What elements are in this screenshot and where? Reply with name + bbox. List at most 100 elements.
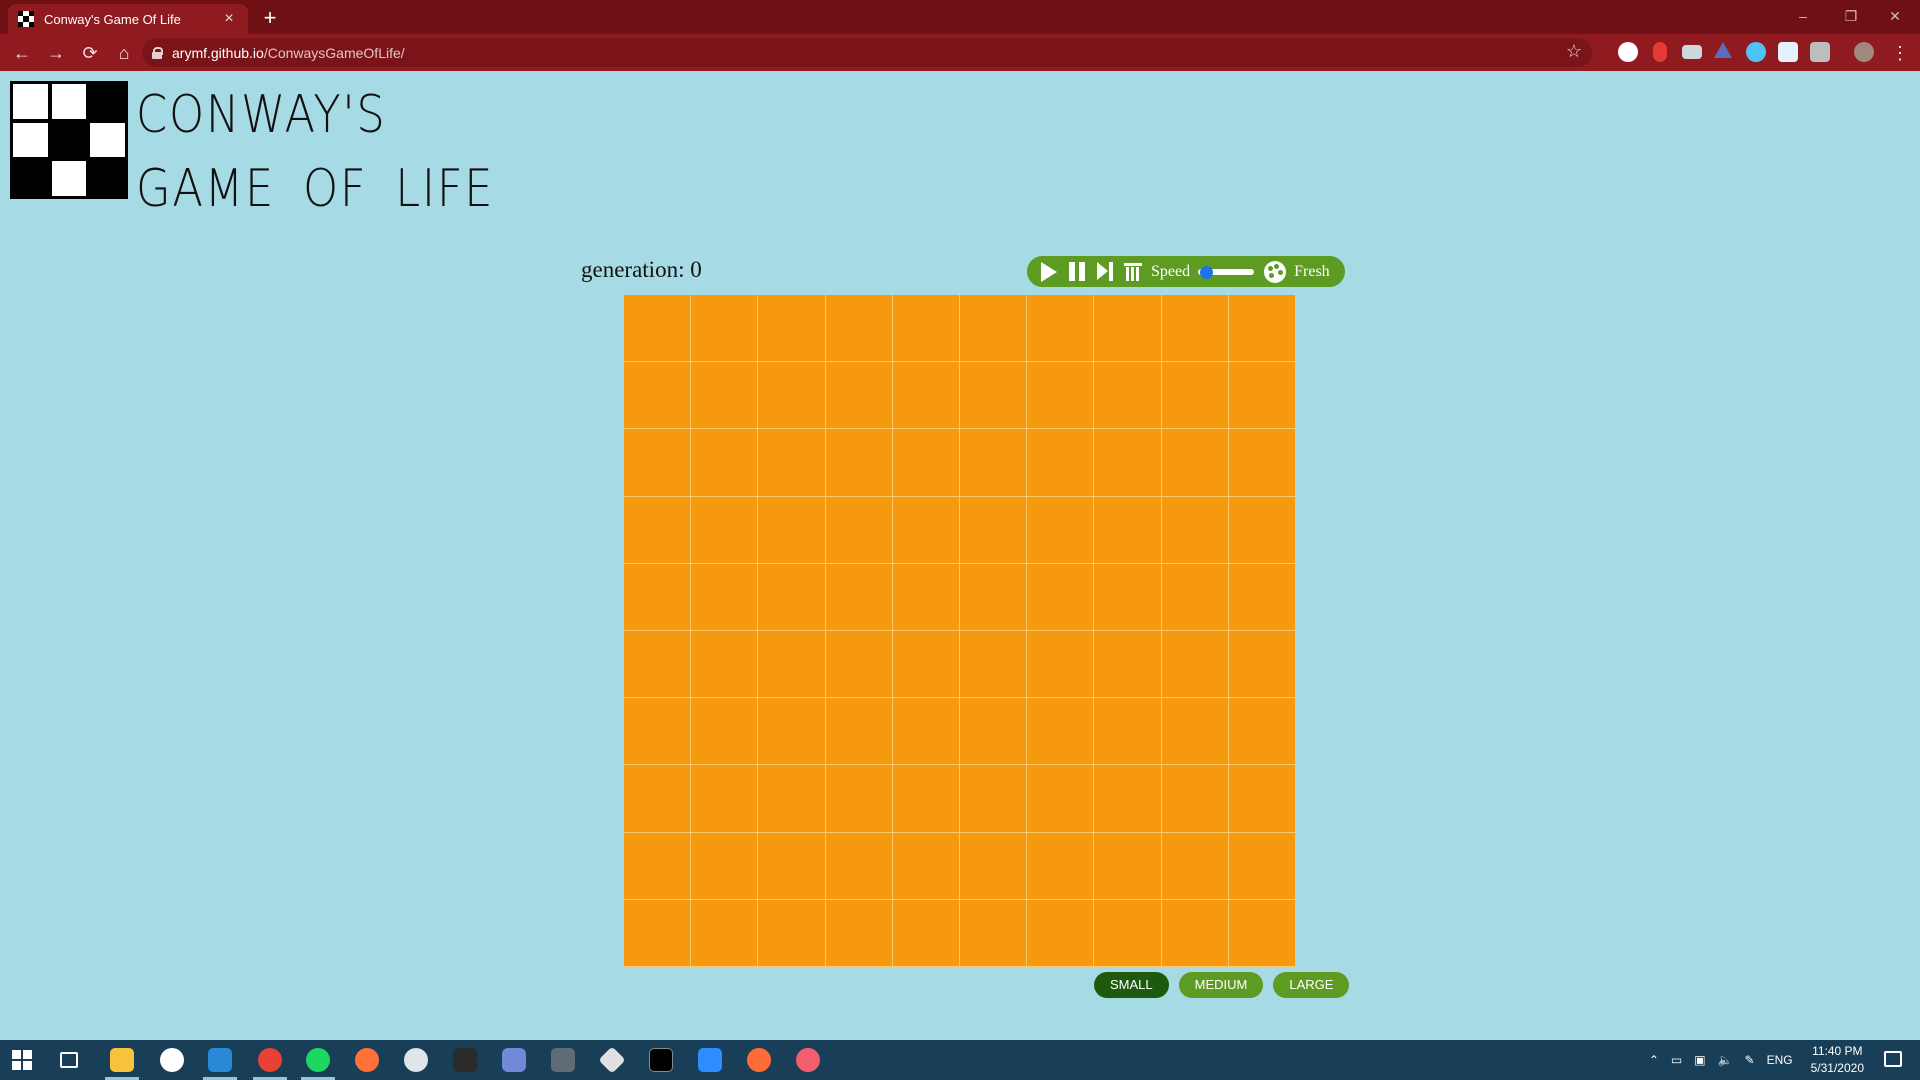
clear-button[interactable] <box>1119 258 1147 286</box>
board-cell[interactable] <box>825 630 893 699</box>
board-cell[interactable] <box>892 899 960 967</box>
discord-icon[interactable] <box>502 1048 526 1072</box>
browser-menu-icon[interactable]: ⋮ <box>1884 37 1916 69</box>
board-cell[interactable] <box>691 765 759 833</box>
board-cell[interactable] <box>1027 429 1095 497</box>
board-cell[interactable] <box>691 899 759 967</box>
board-cell[interactable] <box>892 563 960 631</box>
board-cell[interactable] <box>1228 832 1296 900</box>
board-cell[interactable] <box>758 698 826 766</box>
postman-icon[interactable] <box>747 1048 771 1072</box>
pinterest-extension-icon[interactable] <box>1618 42 1638 62</box>
board-cell[interactable] <box>959 295 1028 363</box>
board-cell[interactable] <box>624 630 692 699</box>
vscode-icon[interactable] <box>208 1048 232 1072</box>
board-cell[interactable] <box>1094 698 1162 766</box>
battery-icon[interactable]: ▭ <box>1671 1053 1682 1067</box>
board-cell[interactable] <box>758 362 826 430</box>
board-cell[interactable] <box>892 362 960 430</box>
gamepad-icon[interactable] <box>551 1048 575 1072</box>
board-cell[interactable] <box>1094 496 1162 564</box>
board-cell[interactable] <box>1228 630 1296 699</box>
board-cell[interactable] <box>624 832 692 900</box>
app-swirl-icon[interactable] <box>796 1048 820 1072</box>
epic-games-icon[interactable] <box>453 1048 477 1072</box>
board-cell[interactable] <box>758 832 826 900</box>
board-cell[interactable] <box>959 429 1028 497</box>
board-cell[interactable] <box>758 563 826 631</box>
board-cell[interactable] <box>1161 899 1229 967</box>
board-cell[interactable] <box>1228 899 1296 967</box>
board-cell[interactable] <box>892 429 960 497</box>
board-cell[interactable] <box>1228 362 1296 430</box>
board-cell[interactable] <box>892 295 960 363</box>
board-cell[interactable] <box>1094 563 1162 631</box>
steam-icon[interactable] <box>404 1048 428 1072</box>
board-cell[interactable] <box>959 832 1028 900</box>
board-cell[interactable] <box>1094 765 1162 833</box>
theme-label[interactable]: Fresh <box>1294 263 1330 281</box>
board-cell[interactable] <box>1027 832 1095 900</box>
restore-button[interactable]: ❐ <box>1828 4 1874 28</box>
board-cell[interactable] <box>691 563 759 631</box>
task-view-icon[interactable] <box>60 1052 78 1068</box>
board-cell[interactable] <box>691 698 759 766</box>
firefox-icon[interactable] <box>355 1048 379 1072</box>
size-large-button[interactable]: LARGE <box>1273 972 1350 998</box>
board-cell[interactable] <box>1161 630 1229 699</box>
board-cell[interactable] <box>1228 496 1296 564</box>
board-cell[interactable] <box>1094 429 1162 497</box>
board-cell[interactable] <box>758 295 826 363</box>
board-cell[interactable] <box>1094 630 1162 699</box>
forward-icon[interactable]: → <box>40 37 72 69</box>
board-cell[interactable] <box>892 698 960 766</box>
palette-icon[interactable] <box>1264 260 1287 283</box>
board-cell[interactable] <box>1027 496 1095 564</box>
board-cell[interactable] <box>825 496 893 564</box>
board-cell[interactable] <box>624 563 692 631</box>
spotify-icon[interactable] <box>306 1048 330 1072</box>
board-cell[interactable] <box>892 832 960 900</box>
pause-button[interactable] <box>1063 258 1091 286</box>
board-cell[interactable] <box>691 832 759 900</box>
board-cell[interactable] <box>624 899 692 967</box>
ad-extension-icon[interactable] <box>1778 42 1798 62</box>
clock[interactable]: 11:40 PM 5/31/2020 <box>1811 1043 1864 1077</box>
board-cell[interactable] <box>1027 899 1095 967</box>
board-cell[interactable] <box>825 899 893 967</box>
board-cell[interactable] <box>1161 832 1229 900</box>
board-cell[interactable] <box>624 698 692 766</box>
board-cell[interactable] <box>1027 295 1095 363</box>
pen-extension-icon[interactable] <box>1810 42 1830 62</box>
board-cell[interactable] <box>1161 698 1229 766</box>
board-cell[interactable] <box>959 630 1028 699</box>
board-cell[interactable] <box>1161 765 1229 833</box>
board-cell[interactable] <box>758 496 826 564</box>
board-cell[interactable] <box>1027 698 1095 766</box>
board-cell[interactable] <box>624 765 692 833</box>
board-cell[interactable] <box>1228 765 1296 833</box>
new-tab-button[interactable]: + <box>258 6 282 30</box>
board-cell[interactable] <box>691 429 759 497</box>
unity-icon[interactable] <box>598 1046 626 1074</box>
chevron-up-icon[interactable]: ⌃ <box>1649 1053 1659 1067</box>
windows-start-icon[interactable] <box>12 1050 32 1070</box>
pen-icon[interactable]: ✎ <box>1745 1053 1755 1067</box>
address-bar[interactable]: arymf.github.io/ConwaysGameOfLife/ ☆ <box>142 38 1592 67</box>
minimize-button[interactable]: – <box>1780 4 1826 28</box>
board-cell[interactable] <box>825 563 893 631</box>
board-cell[interactable] <box>825 765 893 833</box>
board-cell[interactable] <box>1161 496 1229 564</box>
board-cell[interactable] <box>691 362 759 430</box>
board-cell[interactable] <box>758 765 826 833</box>
board-cell[interactable] <box>691 496 759 564</box>
board-cell[interactable] <box>892 496 960 564</box>
terminal-icon[interactable] <box>649 1048 673 1072</box>
play-button[interactable] <box>1035 258 1063 286</box>
zoom-icon[interactable] <box>698 1048 722 1072</box>
board-cell[interactable] <box>1027 563 1095 631</box>
board-cell[interactable] <box>624 496 692 564</box>
board-cell[interactable] <box>1094 295 1162 363</box>
board-cell[interactable] <box>825 698 893 766</box>
volume-icon[interactable]: 🔈 <box>1718 1053 1733 1067</box>
